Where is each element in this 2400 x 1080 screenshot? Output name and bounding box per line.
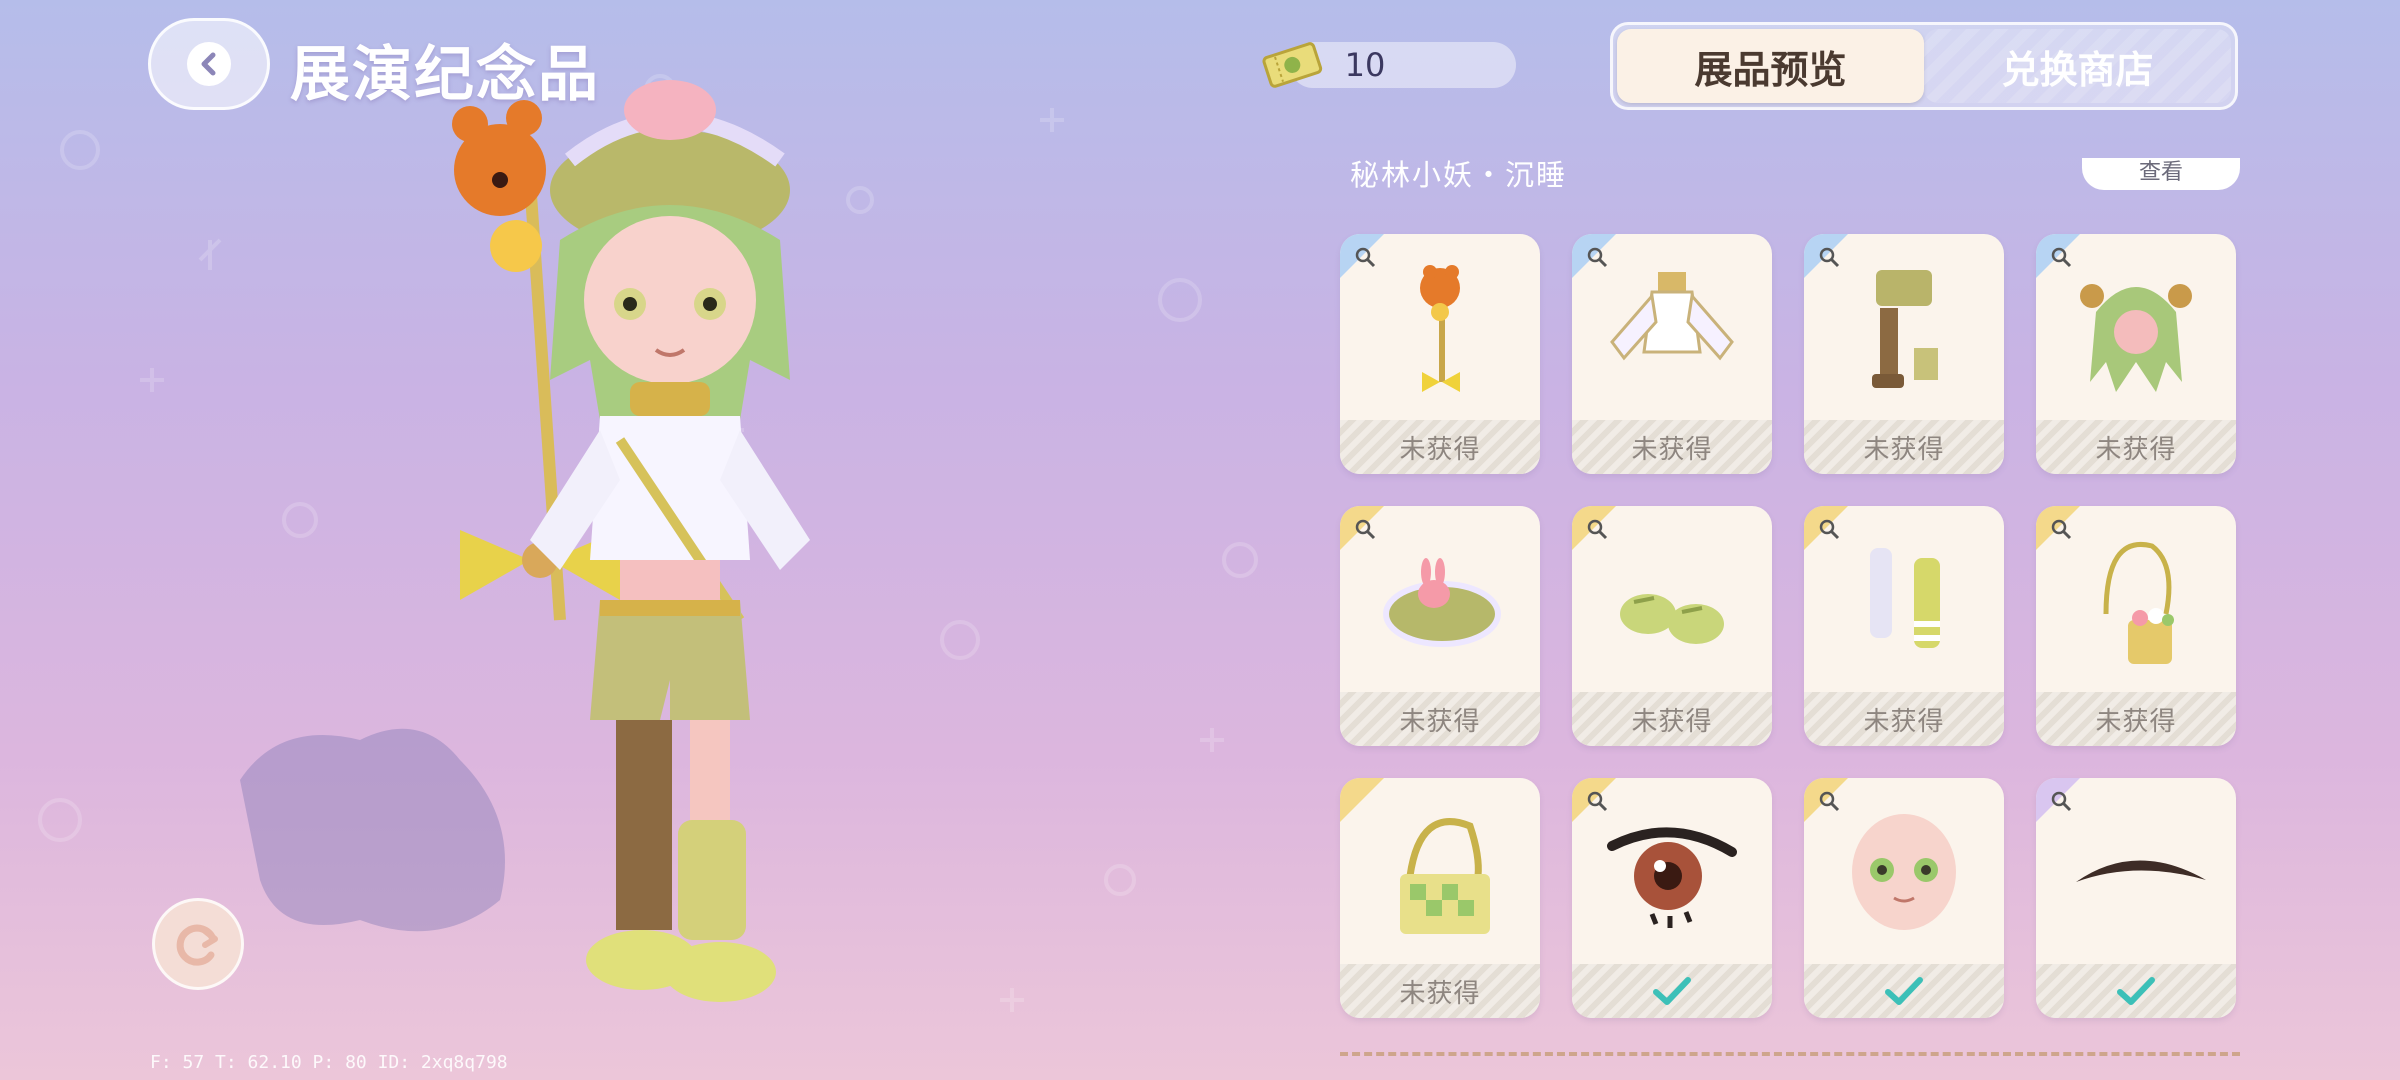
status-label: 未获得 [2095, 434, 2177, 465]
bunny-beret-icon [1383, 558, 1501, 647]
chevron-left-icon [187, 42, 231, 86]
item-card[interactable] [1804, 778, 2004, 1018]
boots-outfit-icon [1872, 270, 1938, 388]
item-status: 未获得 [1804, 420, 2004, 474]
status-label: 未获得 [1399, 706, 1481, 737]
item-status: 未获得 [2036, 420, 2236, 474]
status-label: 未获得 [1399, 978, 1481, 1009]
item-card[interactable]: 未获得 [1572, 506, 1772, 746]
item-status: 未获得 [1340, 964, 1540, 1018]
tab-bar: 展品预览 兑换商店 [1610, 22, 2238, 110]
item-status [2036, 964, 2236, 1018]
check-icon [1653, 977, 1691, 1005]
status-label: 未获得 [2095, 706, 2177, 737]
item-status: 未获得 [1572, 692, 1772, 746]
eye-icon [1607, 827, 1737, 928]
ticket-icon [1262, 42, 1323, 88]
item-status: 未获得 [1340, 420, 1540, 474]
squirrel-staff-icon [1420, 265, 1460, 392]
face-icon [1852, 814, 1956, 930]
item-status: 未获得 [1804, 692, 2004, 746]
check-icon [1885, 977, 1923, 1005]
debug-info: F: 57 T: 62.10 P: 80 ID: 2xq8q798 [150, 1052, 508, 1073]
rotate-icon [176, 924, 218, 966]
green-hair-icon [2080, 284, 2192, 392]
item-card[interactable]: 未获得 [1340, 506, 1540, 746]
jacket-icon [1610, 272, 1734, 361]
status-label: 未获得 [1399, 434, 1481, 465]
item-status: 未获得 [1340, 692, 1540, 746]
checkered-bag-icon [1400, 818, 1490, 934]
striped-socks-icon [1870, 548, 1940, 648]
currency-display: 10 [1260, 38, 1516, 90]
back-button[interactable] [148, 18, 270, 110]
status-label: 未获得 [1631, 706, 1713, 737]
item-card[interactable] [1572, 778, 1772, 1018]
item-card[interactable]: 未获得 [2036, 234, 2236, 474]
status-label: 未获得 [1631, 434, 1713, 465]
item-card[interactable] [2036, 778, 2236, 1018]
item-status: 未获得 [2036, 692, 2236, 746]
divider [1340, 1052, 2240, 1056]
view-button[interactable]: 查看 [2082, 158, 2240, 190]
status-label: 未获得 [1863, 706, 1945, 737]
character-model[interactable] [420, 60, 920, 1060]
flower-basket-bag-icon [2103, 542, 2174, 664]
item-card[interactable]: 未获得 [1340, 234, 1540, 474]
tab-exhibit-preview[interactable]: 展品预览 [1617, 29, 1924, 103]
item-card[interactable]: 未获得 [1340, 778, 1540, 1018]
item-card[interactable]: 未获得 [1572, 234, 1772, 474]
green-shoes-icon [1620, 594, 1724, 644]
item-status [1572, 964, 1772, 1018]
eyebrow-icon [2076, 860, 2206, 882]
set-name: 秘林小妖・沉睡 [1350, 158, 1568, 192]
item-card[interactable]: 未获得 [1804, 506, 2004, 746]
item-status [1804, 964, 2004, 1018]
item-card[interactable]: 未获得 [2036, 506, 2236, 746]
rotate-button[interactable] [152, 898, 244, 990]
check-icon [2117, 977, 2155, 1005]
tab-exchange-shop[interactable]: 兑换商店 [1924, 29, 2231, 103]
status-label: 未获得 [1863, 434, 1945, 465]
item-card[interactable]: 未获得 [1804, 234, 2004, 474]
item-status: 未获得 [1572, 420, 1772, 474]
